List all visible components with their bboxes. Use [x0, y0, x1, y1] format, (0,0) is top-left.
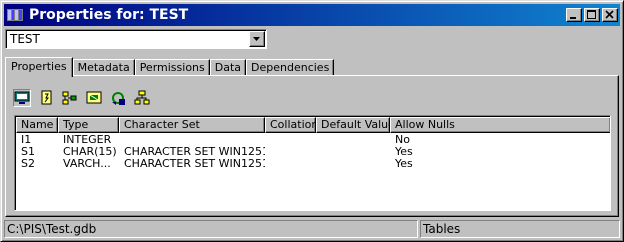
maximize-button[interactable] — [584, 8, 600, 22]
tab-properties[interactable]: Properties — [5, 57, 73, 77]
cell-type: INTEGER — [63, 134, 112, 146]
edit-field-button[interactable] — [85, 89, 103, 107]
tree-structure-button[interactable] — [133, 89, 151, 107]
cell-default-value — [316, 134, 390, 146]
cell-allow-nulls: No — [395, 134, 410, 146]
status-database-path: C:\PIS\Test.gdb — [4, 220, 418, 238]
edit-field-icon — [86, 91, 102, 104]
tab-metadata[interactable]: Metadata — [72, 59, 135, 76]
cell-default-value — [316, 158, 390, 170]
table-row[interactable]: S2 VARCH... CHARACTER SET WIN1251 Yes — [16, 158, 610, 170]
cell-allow-nulls: Yes — [395, 146, 413, 158]
column-header-character-set[interactable]: Character Set — [119, 117, 265, 133]
status-section: Tables — [420, 220, 620, 238]
add-field-icon — [62, 91, 77, 105]
status-bar: C:\PIS\Test.gdb Tables — [4, 220, 620, 238]
listview-rows: I1 INTEGER No S1 CHAR(15) CHARACTER SET … — [16, 134, 610, 170]
toolbar — [13, 89, 157, 107]
cell-character-set: CHARACTER SET WIN1251 — [124, 146, 265, 158]
object-selector-value: TEST — [10, 32, 40, 46]
view-mode-button[interactable] — [13, 89, 31, 107]
chevron-down-icon — [253, 37, 260, 41]
add-field-button[interactable] — [61, 89, 79, 107]
column-header-collation[interactable]: Collation — [265, 117, 316, 133]
cell-character-set — [119, 134, 265, 146]
minimize-icon — [570, 17, 576, 19]
title-bar[interactable]: Properties for: TEST — [4, 4, 620, 26]
column-header-allow-nulls[interactable]: Allow Nulls — [390, 117, 610, 133]
cell-name: S1 — [21, 146, 35, 158]
table-row[interactable]: S1 CHAR(15) CHARACTER SET WIN1251 Yes — [16, 146, 610, 158]
database-app-icon — [7, 8, 23, 22]
cell-type: VARCH... — [63, 158, 111, 170]
tree-structure-icon — [134, 90, 150, 105]
cell-character-set: CHARACTER SET WIN1251 — [124, 158, 265, 170]
close-icon — [605, 10, 614, 19]
tab-strip: Properties Metadata Permissions Data Dep… — [5, 56, 335, 77]
document-button[interactable] — [37, 89, 55, 107]
object-selector-combobox[interactable]: TEST — [5, 29, 267, 49]
window-title: Properties for: TEST — [29, 7, 189, 23]
cell-type: CHAR(15) — [63, 146, 117, 158]
column-header-type[interactable]: Type — [58, 117, 119, 133]
combobox-dropdown-button[interactable] — [249, 31, 265, 47]
cell-name: S2 — [21, 158, 35, 170]
cell-default-value — [316, 146, 390, 158]
cell-collation — [265, 146, 316, 158]
close-button[interactable] — [602, 8, 618, 22]
listview-header: Name Type Character Set Collation Defaul… — [16, 117, 610, 133]
column-header-default-value[interactable]: Default Value — [316, 117, 390, 133]
cell-collation — [265, 158, 316, 170]
cell-name: I1 — [21, 134, 32, 146]
minimize-button[interactable] — [566, 8, 582, 22]
tab-data[interactable]: Data — [209, 59, 247, 76]
column-header-name[interactable]: Name — [16, 117, 58, 133]
cell-allow-nulls: Yes — [395, 158, 413, 170]
maximize-icon — [587, 10, 596, 19]
properties-panel: Name Type Character Set Collation Defaul… — [5, 75, 619, 217]
refresh-button[interactable] — [109, 89, 127, 107]
view-mode-icon — [14, 91, 30, 104]
properties-window: Properties for: TEST TEST Properties Met… — [0, 0, 624, 242]
table-row[interactable]: I1 INTEGER No — [16, 134, 610, 146]
refresh-icon — [112, 92, 125, 105]
tab-permissions[interactable]: Permissions — [134, 59, 210, 76]
fields-listview[interactable]: Name Type Character Set Collation Defaul… — [14, 115, 611, 211]
cell-collation — [265, 134, 316, 146]
tab-dependencies[interactable]: Dependencies — [246, 59, 335, 76]
document-icon — [41, 90, 52, 105]
